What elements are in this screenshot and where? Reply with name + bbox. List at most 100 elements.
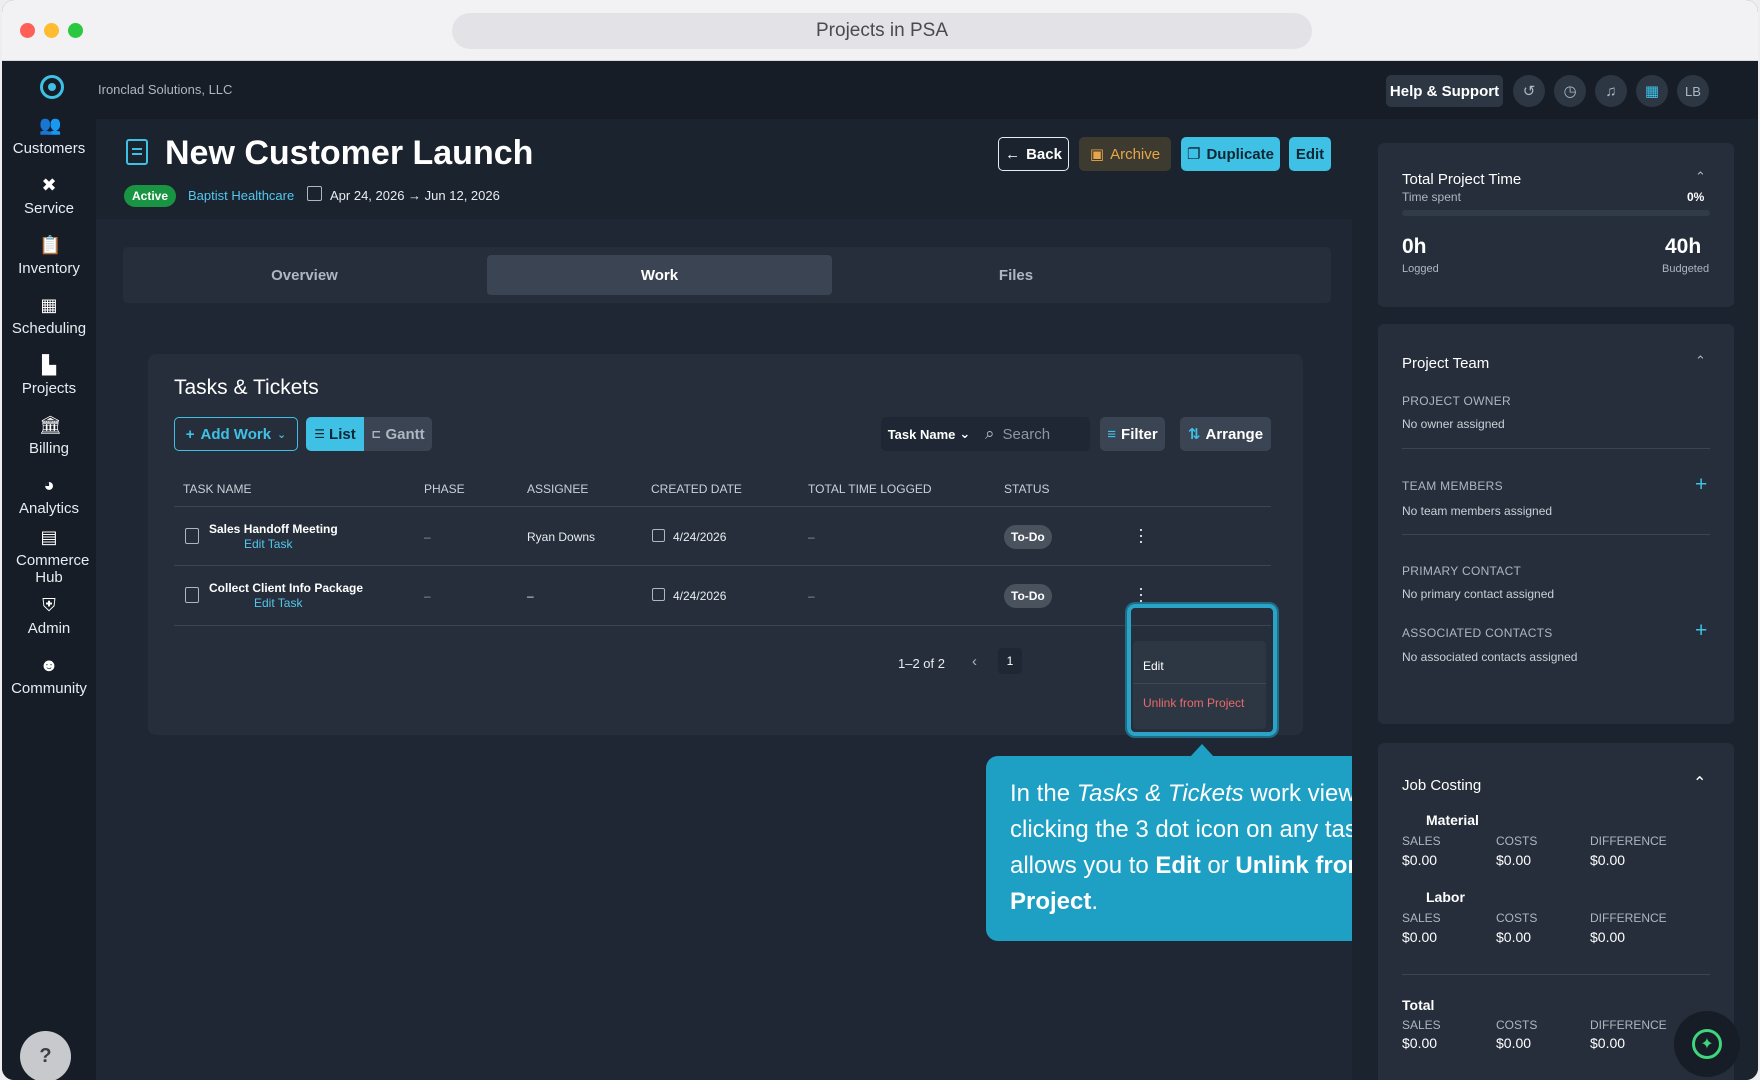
kebab-menu-icon[interactable]: · · ·	[1138, 520, 1144, 550]
material-heading: Material	[1426, 812, 1479, 828]
col-total-time[interactable]: TOTAL TIME LOGGED	[808, 482, 932, 496]
col-assignee[interactable]: ASSIGNEE	[527, 482, 588, 496]
project-header: New Customer Launch Active Baptist Healt…	[96, 119, 1352, 219]
minimize-window-button[interactable]	[44, 23, 59, 38]
menu-item-unlink[interactable]: Unlink from Project	[1143, 696, 1244, 710]
avatar[interactable]: LB	[1677, 75, 1709, 107]
sidebar-item-service[interactable]: ✖ Service	[2, 175, 96, 217]
sort-field-select[interactable]: Task Name ⌄	[881, 417, 977, 451]
sidebar-item-scheduling[interactable]: ▦ Scheduling	[2, 295, 96, 337]
duplicate-button[interactable]: ❐ Duplicate	[1181, 137, 1280, 171]
plus-icon: +	[185, 425, 195, 443]
total-heading: Total	[1402, 997, 1435, 1013]
material-sales-value: $0.00	[1402, 852, 1438, 868]
arrange-button[interactable]: ⇅ Arrange	[1180, 417, 1271, 451]
budgeted-value: 40h	[1665, 235, 1702, 258]
task-status: To-Do	[1004, 584, 1052, 608]
task-status: To-Do	[1004, 525, 1052, 549]
tab-work[interactable]: Work	[487, 255, 832, 295]
tab-overview[interactable]: Overview	[131, 255, 478, 295]
chevron-up-icon[interactable]: ⌃	[1695, 169, 1706, 185]
list-view-button[interactable]: ☰ List	[306, 417, 364, 451]
sidebar-item-customers[interactable]: 👥 Customers	[2, 115, 96, 157]
material-difference-label: DIFFERENCE	[1590, 834, 1667, 848]
project-date-range: Apr 24, 2026 → Jun 12, 2026	[330, 188, 500, 203]
bell-icon[interactable]: ♫	[1595, 75, 1627, 107]
store-icon: ▤	[40, 527, 58, 547]
col-status[interactable]: STATUS	[1004, 482, 1050, 496]
help-bubble-button[interactable]: ?	[20, 1031, 71, 1080]
clipboard-icon: 📋	[39, 235, 62, 255]
menu-item-edit[interactable]: Edit	[1143, 659, 1164, 673]
members-value: No team members assigned	[1402, 504, 1553, 518]
back-button[interactable]: ← Back	[998, 137, 1069, 171]
sidebar-item-projects[interactable]: ▙ Projects	[2, 355, 96, 397]
sidebar-item-admin[interactable]: ⛨ Admin	[2, 595, 96, 637]
divider	[1402, 974, 1710, 975]
filter-icon: ≡	[1107, 425, 1117, 443]
dashboard-icon[interactable]: ▦	[1636, 75, 1668, 107]
gantt-view-button[interactable]: ⊏ Gantt	[364, 417, 432, 451]
kebab-menu-icon[interactable]: · · ·	[1138, 579, 1144, 609]
task-name[interactable]: Sales Handoff Meeting	[209, 522, 338, 536]
maximize-window-button[interactable]	[68, 23, 83, 38]
archive-button[interactable]: ▣ Archive	[1079, 137, 1171, 171]
list-icon: ☰	[314, 427, 326, 441]
search-input[interactable]	[1002, 425, 1078, 443]
col-task-name[interactable]: TASK NAME	[183, 482, 251, 496]
pagination-summary: 1–2 of 2	[898, 656, 945, 671]
sidebar-item-inventory[interactable]: 📋 Inventory	[2, 235, 96, 277]
material-difference-value: $0.00	[1590, 852, 1626, 868]
divider	[1402, 534, 1710, 535]
address-bar[interactable]: Projects in PSA	[452, 13, 1312, 49]
app-logo-icon[interactable]	[40, 75, 64, 99]
arrange-icon: ⇅	[1187, 426, 1201, 443]
tab-files[interactable]: Files	[841, 255, 1191, 295]
community-icon: ☻	[39, 655, 59, 675]
total-costs-label: COSTS	[1496, 1018, 1538, 1032]
edit-task-link[interactable]: Edit Task	[254, 596, 302, 610]
edit-project-button[interactable]: Edit	[1289, 137, 1331, 171]
filter-button[interactable]: ≡ Filter	[1100, 417, 1165, 451]
team-card-title: Project Team	[1402, 355, 1490, 372]
add-member-plus-icon[interactable]: +	[1695, 473, 1707, 497]
logged-label: Logged	[1402, 263, 1439, 275]
chevron-up-icon[interactable]: ⌃	[1693, 773, 1706, 793]
labor-costs-value: $0.00	[1496, 929, 1532, 945]
sidebar-item-community[interactable]: ☻ Community	[2, 655, 96, 697]
browser-titlebar: Projects in PSA	[2, 0, 1758, 61]
close-window-button[interactable]	[20, 23, 35, 38]
total-difference-label: DIFFERENCE	[1590, 1018, 1667, 1032]
copy-icon: ❐	[1187, 146, 1201, 163]
associated-contacts-label: ASSOCIATED CONTACTS	[1402, 626, 1553, 640]
sidebar-item-commerce-hub[interactable]: ▤ Commerce Hub	[2, 527, 96, 586]
project-tabs: Overview Work Files	[123, 247, 1331, 303]
add-work-button[interactable]: + Add Work ⌄	[174, 417, 298, 451]
total-sales-value: $0.00	[1402, 1035, 1438, 1051]
task-name[interactable]: Collect Client Info Package	[209, 581, 363, 595]
budgeted-label: Budgeted	[1662, 263, 1710, 275]
calendar-icon	[307, 186, 322, 201]
help-support-button[interactable]: Help & Support	[1386, 75, 1503, 107]
col-created-date[interactable]: CREATED DATE	[651, 482, 742, 496]
chevron-left-icon[interactable]: ‹	[972, 653, 977, 670]
timer-icon[interactable]: ◷	[1554, 75, 1586, 107]
customer-link[interactable]: Baptist Healthcare	[188, 188, 294, 203]
edit-task-link[interactable]: Edit Task	[244, 537, 292, 551]
page-number-button[interactable]: 1	[998, 648, 1022, 674]
add-contact-plus-icon[interactable]: +	[1695, 619, 1707, 643]
sidebar-item-billing[interactable]: 🏛 Billing	[2, 415, 96, 457]
assistant-fab-button[interactable]: ✦	[1674, 1011, 1740, 1077]
sidebar-item-analytics[interactable]: ◕ Analytics	[2, 475, 96, 517]
col-phase[interactable]: PHASE	[424, 482, 465, 496]
total-difference-value: $0.00	[1590, 1035, 1626, 1051]
calendar-icon: ▦	[40, 295, 58, 315]
history-icon[interactable]: ↺	[1513, 75, 1545, 107]
project-team-card: Project Team ⌃ PROJECT OWNER No owner as…	[1378, 324, 1734, 724]
chevron-up-icon[interactable]: ⌃	[1695, 353, 1706, 369]
task-actions-menu: Edit Unlink from Project	[1133, 641, 1266, 729]
total-costs-value: $0.00	[1496, 1035, 1532, 1051]
question-icon: ?	[39, 1045, 52, 1067]
task-time: –	[808, 530, 815, 544]
header-divider	[174, 506, 1271, 507]
